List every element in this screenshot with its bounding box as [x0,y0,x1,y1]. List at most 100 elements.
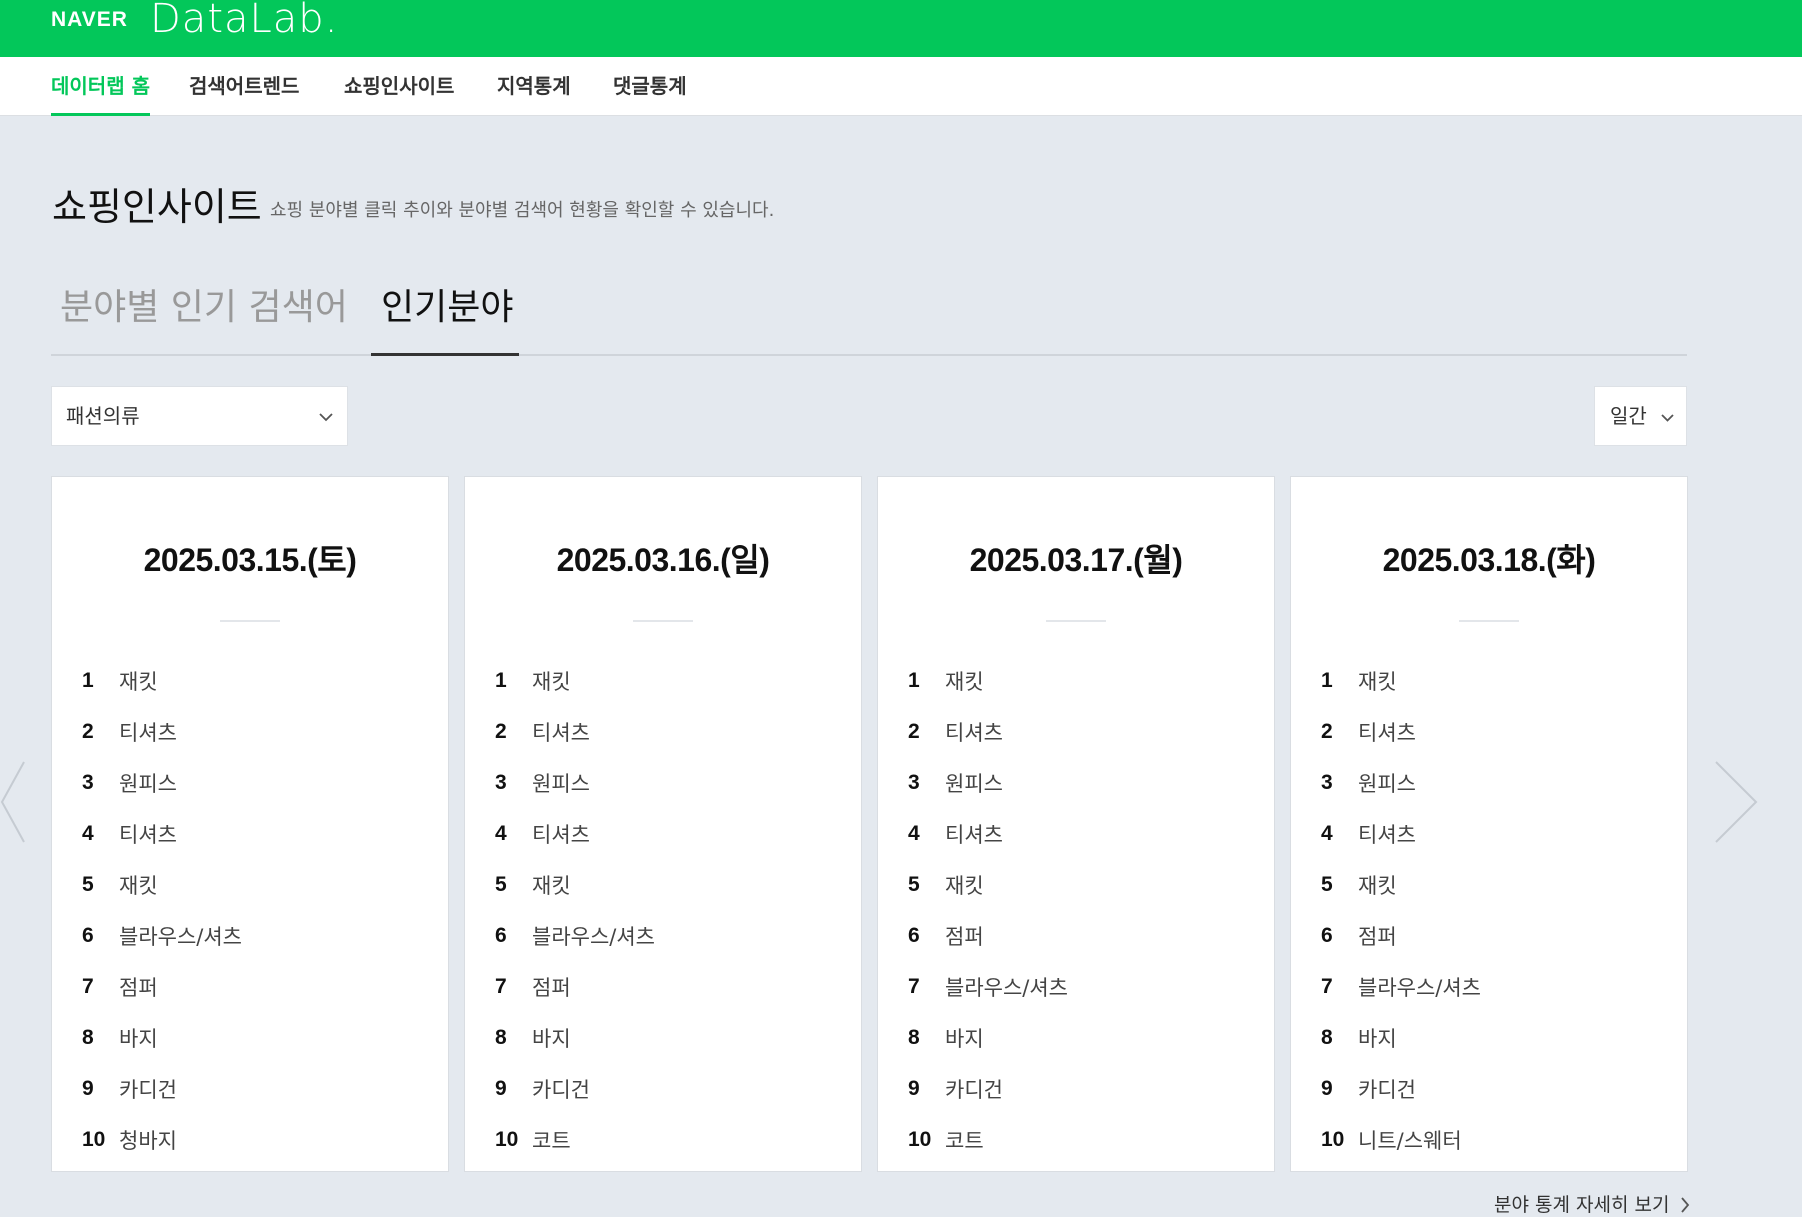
nav-item-region-stats[interactable]: 지역통계 [497,57,571,116]
rank-number: 5 [1321,872,1333,896]
rank-item[interactable]: 1 재킷 [1321,655,1481,706]
more-stats-link[interactable]: 분야 통계 자세히 보기 [1494,1190,1690,1217]
rank-number: 6 [1321,923,1333,947]
rank-number: 1 [495,668,507,692]
rank-item[interactable]: 1 재킷 [495,655,655,706]
rank-item[interactable]: 9 카디건 [1321,1063,1481,1114]
rank-keyword: 티셔츠 [532,822,590,847]
rank-keyword: 재킷 [945,669,984,694]
ranking-card: 2025.03.15.(토) 1 재킷 2 티셔츠 3 원피스 4 티셔츠 5 재킷 6 블라우스/셔츠… [51,476,449,1172]
rank-keyword: 블라우스/셔츠 [119,924,242,949]
rank-number: 3 [908,770,920,794]
chevron-down-icon [319,387,333,445]
rank-item[interactable]: 3 원피스 [495,757,655,808]
content-tabs: 분야별 인기 검색어 인기분야 [51,270,1687,356]
rank-item[interactable]: 10 청바지 [82,1114,242,1165]
rank-item[interactable]: 4 티셔츠 [495,808,655,859]
rank-number: 2 [82,719,94,743]
rank-item[interactable]: 6 점퍼 [908,910,1068,961]
tab-popular-categories[interactable]: 인기분야 [370,278,520,356]
rank-item[interactable]: 5 재킷 [82,859,242,910]
rank-keyword: 티셔츠 [119,822,177,847]
rank-item[interactable]: 7 블라우스/셔츠 [1321,961,1481,1012]
rank-item[interactable]: 9 카디건 [495,1063,655,1114]
rank-number: 2 [1321,719,1333,743]
rank-item[interactable]: 2 티셔츠 [1321,706,1481,757]
ranking-card: 2025.03.18.(화) 1 재킷 2 티셔츠 3 원피스 4 티셔츠 5 재킷 6 점퍼 7 블라우스… [1290,476,1688,1172]
rank-keyword: 카디건 [532,1077,590,1102]
rank-item[interactable]: 9 카디건 [908,1063,1068,1114]
rank-item[interactable]: 10 니트/스웨터 [1321,1114,1481,1165]
rank-item[interactable]: 3 원피스 [82,757,242,808]
chevron-right-icon [1676,1194,1690,1216]
chevron-left-icon [0,761,26,848]
nav-item-search-trend[interactable]: 검색어트렌드 [189,57,299,116]
rank-number: 8 [82,1025,94,1049]
card-date: 2025.03.16.(일) [556,542,770,578]
nav-item-datalab-home[interactable]: 데이터랩 홈 [51,57,150,116]
rank-keyword: 점퍼 [945,924,984,949]
datalab-logo[interactable]: DataLab. [150,0,338,42]
rank-list: 1 재킷 2 티셔츠 3 원피스 4 티셔츠 5 재킷 6 점퍼 7 블라우스/셔츠 8 바지 9 카디건 10 니트… [1321,655,1481,1165]
period-select[interactable]: 일간 [1594,386,1687,446]
rank-number: 3 [82,770,94,794]
rank-item[interactable]: 7 점퍼 [495,961,655,1012]
rank-item[interactable]: 8 바지 [82,1012,242,1063]
rank-item[interactable]: 3 원피스 [908,757,1068,808]
rank-number: 8 [908,1025,920,1049]
rank-item[interactable]: 10 코트 [495,1114,655,1165]
rank-item[interactable]: 6 점퍼 [1321,910,1481,961]
rank-item[interactable]: 4 티셔츠 [908,808,1068,859]
rank-number: 9 [495,1076,507,1100]
rank-keyword: 카디건 [119,1077,177,1102]
rank-item[interactable]: 6 블라우스/셔츠 [495,910,655,961]
rank-item[interactable]: 3 원피스 [1321,757,1481,808]
tab-popular-keywords[interactable]: 분야별 인기 검색어 [60,278,348,354]
nav-item-comment-stats[interactable]: 댓글통계 [613,57,687,116]
rank-keyword: 티셔츠 [1358,720,1416,745]
rank-number: 6 [495,923,507,947]
card-divider [633,620,693,622]
rank-item[interactable]: 4 티셔츠 [82,808,242,859]
rank-item[interactable]: 9 카디건 [82,1063,242,1114]
more-stats-label: 분야 통계 자세히 보기 [1494,1194,1670,1216]
nav-item-shopping-insight[interactable]: 쇼핑인사이트 [344,57,454,116]
rank-item[interactable]: 7 블라우스/셔츠 [908,961,1068,1012]
rank-item[interactable]: 8 바지 [1321,1012,1481,1063]
prev-arrow-button[interactable] [0,760,26,848]
rank-item[interactable]: 1 재킷 [82,655,242,706]
card-divider [1459,620,1519,622]
rank-keyword: 바지 [532,1026,571,1051]
rank-item[interactable]: 2 티셔츠 [82,706,242,757]
rank-keyword: 재킷 [119,669,158,694]
period-select-value: 일간 [1610,404,1647,428]
rank-item[interactable]: 1 재킷 [908,655,1068,706]
rank-keyword: 재킷 [945,873,984,898]
rank-number: 2 [908,719,920,743]
rank-item[interactable]: 7 점퍼 [82,961,242,1012]
rank-item[interactable]: 6 블라우스/셔츠 [82,910,242,961]
rank-item[interactable]: 2 티셔츠 [495,706,655,757]
rank-keyword: 티셔츠 [945,720,1003,745]
rank-number: 7 [82,974,94,998]
rank-number: 4 [82,821,94,845]
rank-item[interactable]: 4 티셔츠 [1321,808,1481,859]
rank-keyword: 원피스 [119,771,177,796]
rank-item[interactable]: 2 티셔츠 [908,706,1068,757]
rank-item[interactable]: 5 재킷 [1321,859,1481,910]
rank-item[interactable]: 8 바지 [495,1012,655,1063]
rank-item[interactable]: 8 바지 [908,1012,1068,1063]
rank-keyword: 바지 [119,1026,158,1051]
rank-keyword: 티셔츠 [945,822,1003,847]
page-title: 쇼핑인사이트 [52,185,262,229]
next-arrow-button[interactable] [1714,760,1758,848]
rank-item[interactable]: 5 재킷 [495,859,655,910]
rank-number: 10 [495,1127,519,1151]
rank-item[interactable]: 5 재킷 [908,859,1068,910]
rank-keyword: 카디건 [945,1077,1003,1102]
rank-keyword: 블라우스/셔츠 [1358,975,1481,1000]
category-select[interactable]: 패션의류 [51,386,348,446]
rank-item[interactable]: 10 코트 [908,1114,1068,1165]
naver-logo[interactable]: NAVER [51,8,128,32]
rank-list: 1 재킷 2 티셔츠 3 원피스 4 티셔츠 5 재킷 6 블라우스/셔츠 7 점퍼 8 바지 9 카디건 10 청바… [82,655,242,1165]
